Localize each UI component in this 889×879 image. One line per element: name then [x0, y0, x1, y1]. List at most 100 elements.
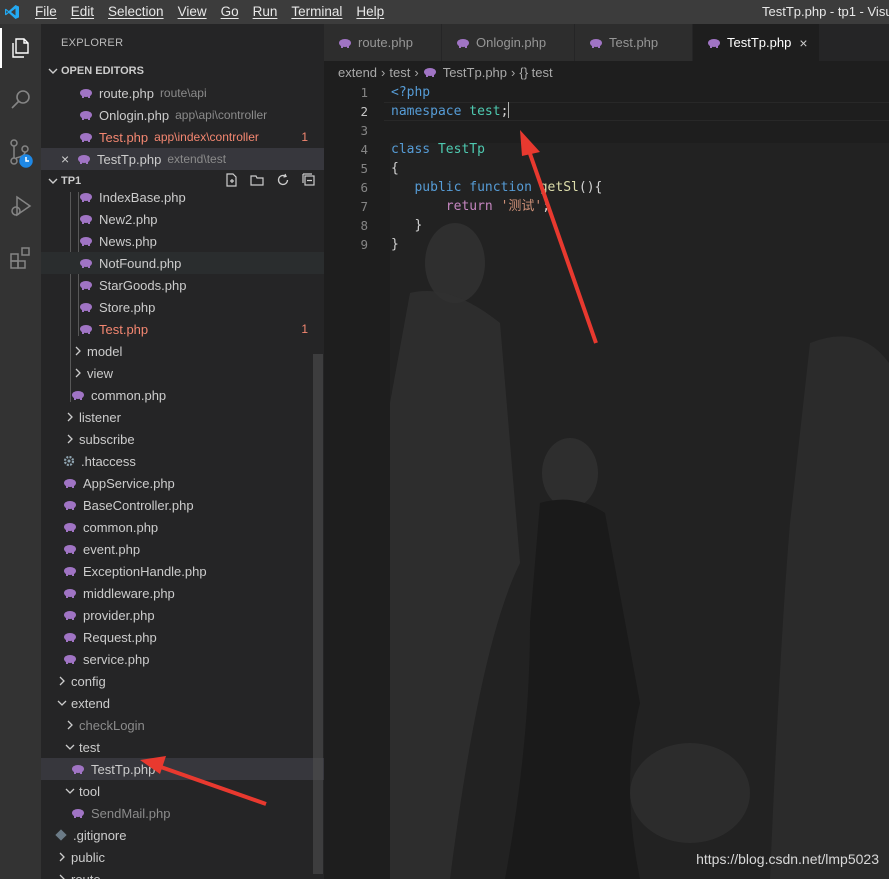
- namespace-name: test: [469, 104, 501, 119]
- menu-run[interactable]: Run: [246, 0, 285, 24]
- open-editor-name: route.php: [99, 85, 154, 101]
- search-icon[interactable]: [0, 80, 41, 120]
- menu-view[interactable]: View: [171, 0, 214, 24]
- tree-file[interactable]: BaseController.php: [41, 494, 324, 516]
- menu-go[interactable]: Go: [214, 0, 246, 24]
- tree-file[interactable]: News.php: [41, 230, 324, 252]
- tree-item-label: view: [87, 365, 114, 381]
- chevron-right-icon: ›: [511, 64, 516, 80]
- tree-folder[interactable]: model: [41, 340, 324, 362]
- line-number: 6: [360, 180, 368, 195]
- open-editor-item[interactable]: Onlogin.php app\api\controller: [41, 104, 324, 126]
- tree-file[interactable]: service.php: [41, 648, 324, 670]
- tree-file[interactable]: IndexBase.php: [41, 186, 324, 208]
- php-elephant-icon: [80, 133, 92, 142]
- menu-selection[interactable]: Selection: [101, 0, 171, 24]
- code-editor[interactable]: 1 2 3 4 5 6 7 8 9 <?php namespace test; …: [324, 83, 889, 879]
- menu-file[interactable]: File: [28, 0, 64, 24]
- tree-file[interactable]: middleware.php: [41, 582, 324, 604]
- tree-folder[interactable]: extend: [41, 692, 324, 714]
- tree-item-label: event.php: [83, 541, 141, 557]
- punctuation: ;: [500, 104, 509, 119]
- open-editor-path: extend\test: [167, 152, 227, 166]
- tree-folder[interactable]: subscribe: [41, 428, 324, 450]
- sidebar-scrollbar[interactable]: [313, 354, 323, 874]
- tree-folder[interactable]: test: [41, 736, 324, 758]
- tree-file[interactable]: SendMail.php: [41, 802, 324, 824]
- tree-folder[interactable]: checkLogin: [41, 714, 324, 736]
- tree-file[interactable]: New2.php: [41, 208, 324, 230]
- tree-item-label: New2.php: [99, 211, 158, 227]
- tree-file[interactable]: common.php: [41, 384, 324, 406]
- php-elephant-icon: [80, 281, 92, 290]
- tree-file[interactable]: Test.php 1: [41, 318, 324, 340]
- open-editor-name: TestTp.php: [97, 151, 162, 167]
- tree-file[interactable]: ExceptionHandle.php: [41, 560, 324, 582]
- tree-item-label: route: [71, 871, 101, 879]
- menu-bar: File Edit Selection View Go Run Terminal…: [28, 0, 391, 24]
- code-line: return '测试';: [391, 197, 550, 216]
- tree-folder[interactable]: public: [41, 846, 324, 868]
- close-icon[interactable]: ×: [61, 151, 77, 167]
- php-elephant-icon: [64, 567, 76, 576]
- open-editors-header[interactable]: OPEN EDITORS: [41, 60, 324, 82]
- tab-onlogin[interactable]: Onlogin.php: [442, 24, 575, 61]
- php-elephant-icon: [80, 237, 92, 246]
- breadcrumb-item[interactable]: TestTp.php: [443, 65, 507, 80]
- php-elephant-icon: [708, 38, 720, 48]
- tree-item-label: service.php: [83, 651, 150, 667]
- string-literal: '测试': [500, 199, 543, 214]
- tree-folder[interactable]: tool: [41, 780, 324, 802]
- tree-folder[interactable]: config: [41, 670, 324, 692]
- open-editor-item-active[interactable]: × TestTp.php extend\test: [41, 148, 324, 170]
- run-debug-icon[interactable]: [0, 186, 41, 226]
- tree-file[interactable]: .htaccess: [41, 450, 324, 472]
- punctuation: {: [391, 161, 399, 176]
- tree-item-label: .htaccess: [81, 453, 136, 469]
- tab-testtp[interactable]: TestTp.php ×: [693, 24, 820, 61]
- tab-label: Test.php: [609, 35, 659, 50]
- tree-file[interactable]: provider.php: [41, 604, 324, 626]
- tree-file[interactable]: NotFound.php: [41, 252, 324, 274]
- tree-folder[interactable]: route: [41, 868, 324, 879]
- tab-route[interactable]: route.php: [324, 24, 442, 61]
- chevron-right-icon: [63, 720, 77, 730]
- keyword: class: [391, 142, 431, 157]
- explorer-icon[interactable]: [0, 28, 41, 68]
- tree-file[interactable]: .gitignore: [41, 824, 324, 846]
- menu-terminal[interactable]: Terminal: [284, 0, 349, 24]
- code-line: }: [391, 235, 399, 254]
- line-number: 4: [360, 142, 368, 157]
- tree-file[interactable]: Store.php: [41, 296, 324, 318]
- open-editor-item[interactable]: route.php route\api: [41, 82, 324, 104]
- tree-item-label: middleware.php: [83, 585, 175, 601]
- menu-help[interactable]: Help: [349, 0, 391, 24]
- tree-file[interactable]: AppService.php: [41, 472, 324, 494]
- tree-folder[interactable]: view: [41, 362, 324, 384]
- tree-file[interactable]: StarGoods.php: [41, 274, 324, 296]
- open-editor-name: Test.php: [99, 129, 149, 145]
- chevron-down-icon: [63, 787, 77, 795]
- tree-file[interactable]: common.php: [41, 516, 324, 538]
- php-elephant-icon: [80, 259, 92, 268]
- breadcrumb-item[interactable]: {} test: [519, 65, 552, 80]
- line-number: 1: [360, 85, 368, 100]
- chevron-right-icon: [55, 852, 69, 862]
- breadcrumb-item[interactable]: test: [389, 65, 410, 80]
- source-control-icon[interactable]: [0, 134, 41, 174]
- activity-bar: [0, 24, 41, 879]
- tree-folder[interactable]: listener: [41, 406, 324, 428]
- tab-close-icon[interactable]: ×: [799, 35, 807, 51]
- tree-file[interactable]: event.php: [41, 538, 324, 560]
- php-elephant-icon: [80, 193, 92, 202]
- extensions-icon[interactable]: [0, 238, 41, 278]
- tree-file[interactable]: Request.php: [41, 626, 324, 648]
- menu-edit[interactable]: Edit: [64, 0, 101, 24]
- breadcrumb-item[interactable]: extend: [338, 65, 377, 80]
- tree-item-label: AppService.php: [83, 475, 175, 491]
- open-editor-item[interactable]: Test.php app\index\controller 1: [41, 126, 324, 148]
- tree-file[interactable]: TestTp.php: [41, 758, 324, 780]
- tab-test[interactable]: Test.php: [575, 24, 693, 61]
- chevron-down-icon: [63, 743, 77, 751]
- tree-item-label: ExceptionHandle.php: [83, 563, 207, 579]
